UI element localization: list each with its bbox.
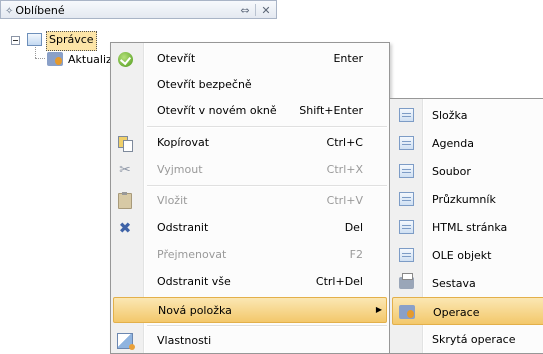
submenu-item-agenda[interactable]: Agenda bbox=[392, 129, 543, 157]
submenu-item-file[interactable]: Soubor bbox=[392, 157, 543, 185]
submenu-item-ole-object[interactable]: OLE objekt bbox=[392, 241, 543, 269]
copy-icon bbox=[116, 134, 134, 152]
file-icon bbox=[397, 162, 415, 180]
favorites-star-icon: ✧ bbox=[5, 6, 14, 17]
menu-item-delete[interactable]: ✖ Odstranit Del bbox=[113, 215, 387, 241]
menu-item-cut[interactable]: ✂ Vyjmout Ctrl+X bbox=[113, 157, 387, 183]
tree-collapse-toggle[interactable] bbox=[11, 36, 20, 45]
header-divider bbox=[255, 4, 256, 16]
ole-object-icon bbox=[397, 246, 415, 264]
submenu-item-html-page[interactable]: HTML stránka bbox=[392, 213, 543, 241]
close-icon[interactable]: ✕ bbox=[259, 3, 273, 17]
folder-icon bbox=[27, 33, 42, 46]
check-icon bbox=[116, 50, 134, 68]
submenu-item-hidden-operation[interactable]: Skrytá operace bbox=[392, 325, 543, 353]
menu-item-delete-all[interactable]: Odstranit vše Ctrl+Del bbox=[113, 269, 387, 295]
favorites-title-label: Oblíbené bbox=[15, 4, 65, 17]
new-item-submenu: Složka Agenda Soubor Průzkumník HTML str… bbox=[389, 98, 543, 354]
context-menu: Otevřít Enter Otevřít bezpečně Otevřít v… bbox=[110, 42, 390, 354]
operation-icon bbox=[47, 52, 63, 66]
report-icon bbox=[397, 273, 415, 292]
favorites-title: ✧ Oblíbené bbox=[5, 4, 65, 17]
properties-icon bbox=[116, 332, 135, 350]
menu-separator bbox=[147, 126, 387, 128]
submenu-item-report[interactable]: Sestava bbox=[392, 269, 543, 297]
menu-item-copy[interactable]: Kopírovat Ctrl+C bbox=[113, 130, 387, 156]
agenda-icon bbox=[397, 134, 415, 152]
submenu-arrow-icon: ▶ bbox=[375, 305, 382, 314]
menu-separator bbox=[147, 185, 387, 187]
menu-item-rename[interactable]: Přejmenovat F2 bbox=[113, 242, 387, 268]
cut-icon: ✂ bbox=[119, 162, 131, 178]
menu-item-new-item[interactable]: Nová položka ▶ bbox=[113, 297, 387, 323]
menu-item-open-new-window[interactable]: Otevřít v novém okně Shift+Enter bbox=[113, 98, 387, 124]
submenu-item-explorer[interactable]: Průzkumník bbox=[392, 185, 543, 213]
menu-item-open[interactable]: Otevřít Enter bbox=[113, 46, 387, 72]
delete-icon: ✖ bbox=[118, 219, 132, 237]
menu-item-paste[interactable]: Vložit Ctrl+V bbox=[113, 188, 387, 214]
menu-item-open-safe[interactable]: Otevřít bezpečně bbox=[113, 72, 387, 98]
tree-connector-horizontal bbox=[35, 58, 45, 60]
swap-icon[interactable]: ⇔ bbox=[238, 3, 252, 17]
explorer-icon bbox=[397, 190, 415, 208]
menu-separator bbox=[147, 325, 387, 327]
submenu-item-folder[interactable]: Složka bbox=[392, 101, 543, 129]
menu-item-properties[interactable]: Vlastnosti bbox=[113, 328, 387, 354]
tree-item-selected[interactable]: Správce bbox=[46, 31, 97, 51]
tree-connector bbox=[35, 47, 37, 58]
submenu-item-operation[interactable]: Operace bbox=[392, 297, 543, 325]
html-page-icon bbox=[397, 218, 415, 236]
folder-doc-icon bbox=[397, 106, 415, 124]
operation-icon bbox=[398, 303, 416, 321]
paste-icon bbox=[116, 192, 134, 210]
favorites-panel-header: ✧ Oblíbené ⇔ ✕ bbox=[0, 0, 277, 19]
